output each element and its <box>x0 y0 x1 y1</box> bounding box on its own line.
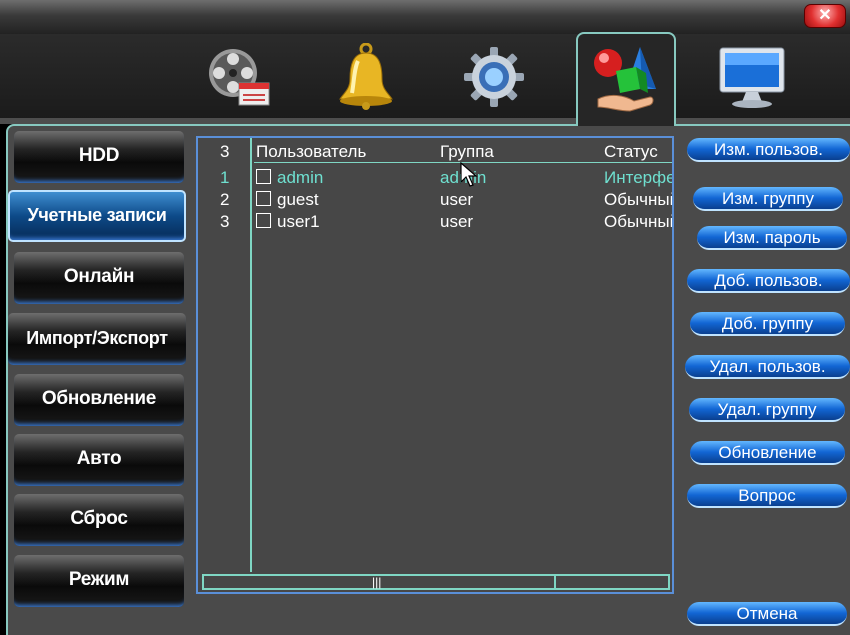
add-group-button[interactable]: Доб. группу <box>690 312 845 336</box>
main-toolbar <box>0 32 850 126</box>
row-status: Обычный <box>604 212 674 231</box>
close-icon: ✕ <box>818 7 832 24</box>
header-group: Группа <box>440 142 494 161</box>
row-number: 2 <box>220 190 230 209</box>
header-status: Статус <box>604 142 658 161</box>
sidebar-item-hdd[interactable]: HDD <box>14 131 184 183</box>
row-status: Обычный <box>604 190 674 209</box>
edit-user-button[interactable]: Изм. пользов. <box>687 138 850 162</box>
header-user: Пользователь <box>256 142 367 161</box>
table-count: 3 <box>220 142 230 161</box>
monitor-icon <box>719 47 785 108</box>
sidebar-item-import-export[interactable]: Импорт/Экспорт <box>8 313 186 365</box>
cancel-button[interactable]: Отмена <box>687 602 847 626</box>
tab-record[interactable] <box>190 34 286 120</box>
row-checkbox[interactable] <box>256 191 271 206</box>
scrollbar-grip: ||| <box>372 575 382 589</box>
row-group: user <box>440 190 474 209</box>
add-user-button[interactable]: Доб. пользов. <box>687 269 850 293</box>
question-button[interactable]: Вопрос <box>687 484 847 508</box>
tab-alarm[interactable] <box>318 34 414 120</box>
horizontal-scrollbar[interactable]: ||| <box>202 574 670 590</box>
row-number: 3 <box>220 212 230 231</box>
scrollbar-thumb[interactable]: ||| <box>204 576 556 588</box>
sidebar-item-update[interactable]: Обновление <box>14 374 184 426</box>
title-bar: ✕ <box>0 0 850 34</box>
sidebar-item-online[interactable]: Онлайн <box>14 252 184 304</box>
row-user: user1 <box>277 212 320 231</box>
tab-display[interactable] <box>704 34 800 120</box>
row-group: user <box>440 212 474 231</box>
close-button[interactable]: ✕ <box>804 4 846 28</box>
sidebar-item-auto[interactable]: Авто <box>14 434 184 486</box>
row-checkbox[interactable] <box>256 213 271 228</box>
row-status: Интерфейс <box>604 168 672 187</box>
gear-icon <box>464 47 524 107</box>
column-divider <box>250 138 252 572</box>
update-button[interactable]: Обновление <box>690 441 845 465</box>
row-user: guest <box>277 190 319 209</box>
tab-system[interactable] <box>576 32 676 126</box>
edit-password-button[interactable]: Изм. пароль <box>697 226 847 250</box>
row-user: admin <box>277 168 324 187</box>
sidebar-item-accounts[interactable]: Учетные записи <box>8 190 186 242</box>
film-reel-icon <box>209 49 270 106</box>
users-table: 3 Пользователь Группа Статус 1 admin adm… <box>196 136 674 594</box>
tab-settings[interactable] <box>446 34 542 120</box>
system-shapes-icon <box>594 47 656 112</box>
mouse-cursor-icon <box>460 162 478 187</box>
sidebar-item-reset[interactable]: Сброс <box>14 494 184 546</box>
edit-group-button[interactable]: Изм. группу <box>693 187 843 211</box>
row-checkbox[interactable] <box>256 169 271 184</box>
bell-icon <box>339 43 393 110</box>
sidebar-item-mode[interactable]: Режим <box>14 555 184 607</box>
delete-user-button[interactable]: Удал. пользов. <box>685 355 850 379</box>
row-number: 1 <box>220 168 230 187</box>
delete-group-button[interactable]: Удал. группу <box>689 398 845 422</box>
